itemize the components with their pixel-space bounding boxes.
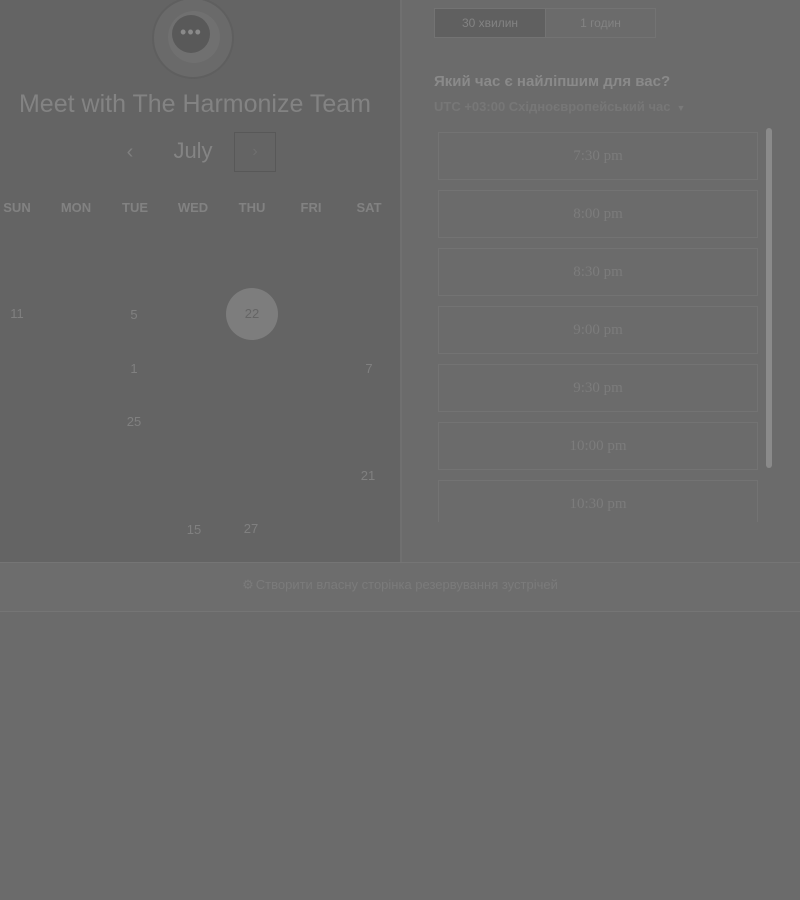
calendar-day[interactable]: 5 [114, 307, 154, 327]
duration-1hour-button[interactable]: 1 годин [546, 9, 655, 37]
time-slot-list: 7:30 pm 8:00 pm 8:30 pm 9:00 pm 9:30 pm … [438, 132, 760, 522]
avatar: ••• [152, 0, 234, 79]
page-title: Meet with The Harmonize Team [18, 90, 371, 118]
calendar-day-selected[interactable]: 22 [226, 288, 278, 340]
time-question-heading: Який час є найліпшим для вас? [434, 73, 671, 90]
panel-divider [400, 0, 402, 562]
caret-down-icon: ▼ [676, 103, 686, 113]
month-label: July [173, 138, 213, 163]
footer-bar: ⚙ Створити власну сторінка резервування з… [0, 562, 800, 612]
chevron-right-icon: › [252, 143, 258, 160]
weekday-thu: THU [238, 200, 266, 215]
time-slot-button[interactable]: 7:30 pm [438, 132, 758, 180]
duration-30min-button[interactable]: 30 хвилин [435, 9, 546, 37]
weekday-sun: SUN [3, 200, 31, 215]
weekday-mon: MON [60, 200, 92, 215]
weekday-tue: TUE [122, 200, 148, 215]
hubspot-sprocket-icon: ⚙ [242, 577, 254, 592]
calendar-day[interactable]: 21 [348, 468, 388, 488]
time-slot-button[interactable]: 8:30 pm [438, 248, 758, 296]
calendar-panel: ••• Meet with The Harmonize Team ‹ July … [0, 0, 400, 562]
booking-page: ••• Meet with The Harmonize Team ‹ July … [0, 0, 800, 900]
calendar-day[interactable]: 1 [114, 361, 154, 381]
timezone-label: UTC +03:00 Східноєвропейський час [434, 99, 671, 114]
time-slot-scrollbar[interactable] [766, 128, 772, 468]
calendar-day[interactable]: 15 [174, 522, 214, 542]
time-slot-button[interactable]: 10:00 pm [438, 422, 758, 470]
weekday-wed: WED [177, 200, 209, 215]
create-booking-page-link[interactable]: ⚙ Створити власну сторінка резервування з… [0, 577, 800, 593]
duration-selector: 30 хвилин 1 годин [434, 8, 656, 38]
weekday-fri: FRI [300, 200, 322, 215]
avatar-inner: ••• [168, 11, 220, 63]
footer-link-text: Створити власну сторінка резервування зу… [255, 577, 558, 592]
time-slot-button[interactable]: 8:00 pm [438, 190, 758, 238]
time-slot-button[interactable]: 9:30 pm [438, 364, 758, 412]
time-slot-button[interactable]: 9:00 pm [438, 306, 758, 354]
chevron-left-icon: ‹ [126, 141, 134, 163]
calendar-day[interactable]: 7 [349, 361, 389, 381]
prev-month-button[interactable]: ‹ [118, 138, 142, 166]
calendar-day[interactable]: 25 [114, 414, 154, 434]
next-month-button[interactable]: › [234, 132, 276, 172]
timezone-selector[interactable]: UTC +03:00 Східноєвропейський час ▼ [434, 99, 685, 114]
time-slot-button[interactable]: 10:30 pm [438, 480, 758, 522]
calendar-day[interactable]: 27 [231, 521, 271, 541]
calendar-day[interactable]: 11 [0, 306, 37, 326]
chat-bubble-icon: ••• [172, 15, 210, 53]
month-navigation: ‹ July › [0, 132, 390, 172]
weekday-sat: SAT [356, 200, 382, 215]
